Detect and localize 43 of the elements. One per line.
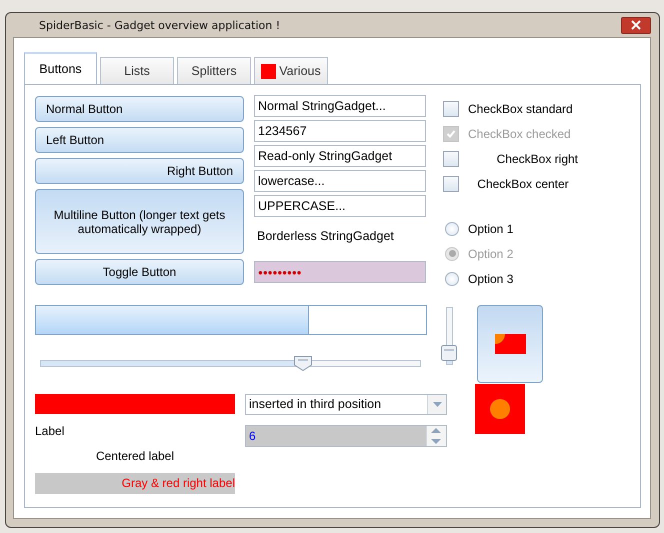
push-button[interactable]: Normal Button xyxy=(35,96,244,122)
text-label: Gray & red right label xyxy=(35,473,235,494)
radio-button[interactable] xyxy=(445,272,459,286)
radio-label: Option 3 xyxy=(468,272,514,286)
text-label: Label xyxy=(35,423,66,440)
slider-thumb[interactable] xyxy=(441,344,457,361)
checkbox[interactable] xyxy=(443,150,459,166)
checkbox-label: CheckBox checked xyxy=(468,126,571,140)
dropdown-arrow-icon xyxy=(432,402,442,407)
input-field[interactable]: Borderless StringGadget xyxy=(254,225,426,247)
image-button[interactable] xyxy=(477,305,543,383)
tab[interactable]: Lists xyxy=(100,57,174,84)
push-button[interactable]: Multiline Button (longer text gets automatically wrapped) xyxy=(35,189,244,254)
input-field[interactable]: 1234567 xyxy=(254,120,426,142)
slider-thumb[interactable] xyxy=(294,356,312,371)
checkmark-icon xyxy=(446,128,456,138)
checkbox[interactable] xyxy=(443,176,459,192)
combo-box[interactable]: inserted in third position xyxy=(245,394,447,415)
tab[interactable]: Buttons xyxy=(24,52,97,84)
push-button[interactable]: Right Button xyxy=(35,158,244,184)
close-button[interactable] xyxy=(621,16,651,34)
input-field[interactable]: Normal StringGadget... xyxy=(254,95,426,117)
checkbox[interactable] xyxy=(443,100,459,116)
tab[interactable]: Splitters xyxy=(177,57,251,84)
password-field[interactable]: ●●●●●●●●● xyxy=(254,261,426,283)
window-title: SpiderBasic - Gadget overview application ! xyxy=(38,18,280,32)
input-field[interactable]: lowercase... xyxy=(254,170,426,192)
input-field[interactable]: Read-only StringGadget xyxy=(254,145,426,167)
radio-button[interactable] xyxy=(445,222,459,236)
text-label: Centered label xyxy=(94,448,176,465)
input-field[interactable]: UPPERCASE... xyxy=(254,195,426,217)
radio-label: Option 1 xyxy=(468,222,514,236)
push-button[interactable]: Left Button xyxy=(35,127,244,153)
checkbox-label: CheckBox right xyxy=(496,152,578,166)
spin-field[interactable]: 6 xyxy=(245,425,447,447)
image-picture xyxy=(475,384,525,434)
checkbox-label: CheckBox standard xyxy=(468,102,573,116)
checkbox-label: CheckBox center xyxy=(477,176,569,190)
toggle-button[interactable]: Toggle Button xyxy=(35,259,244,285)
radio-label: Option 2 xyxy=(468,246,514,260)
tab[interactable]: Various xyxy=(254,57,328,84)
image-icon xyxy=(494,334,526,354)
close-icon xyxy=(631,20,641,30)
